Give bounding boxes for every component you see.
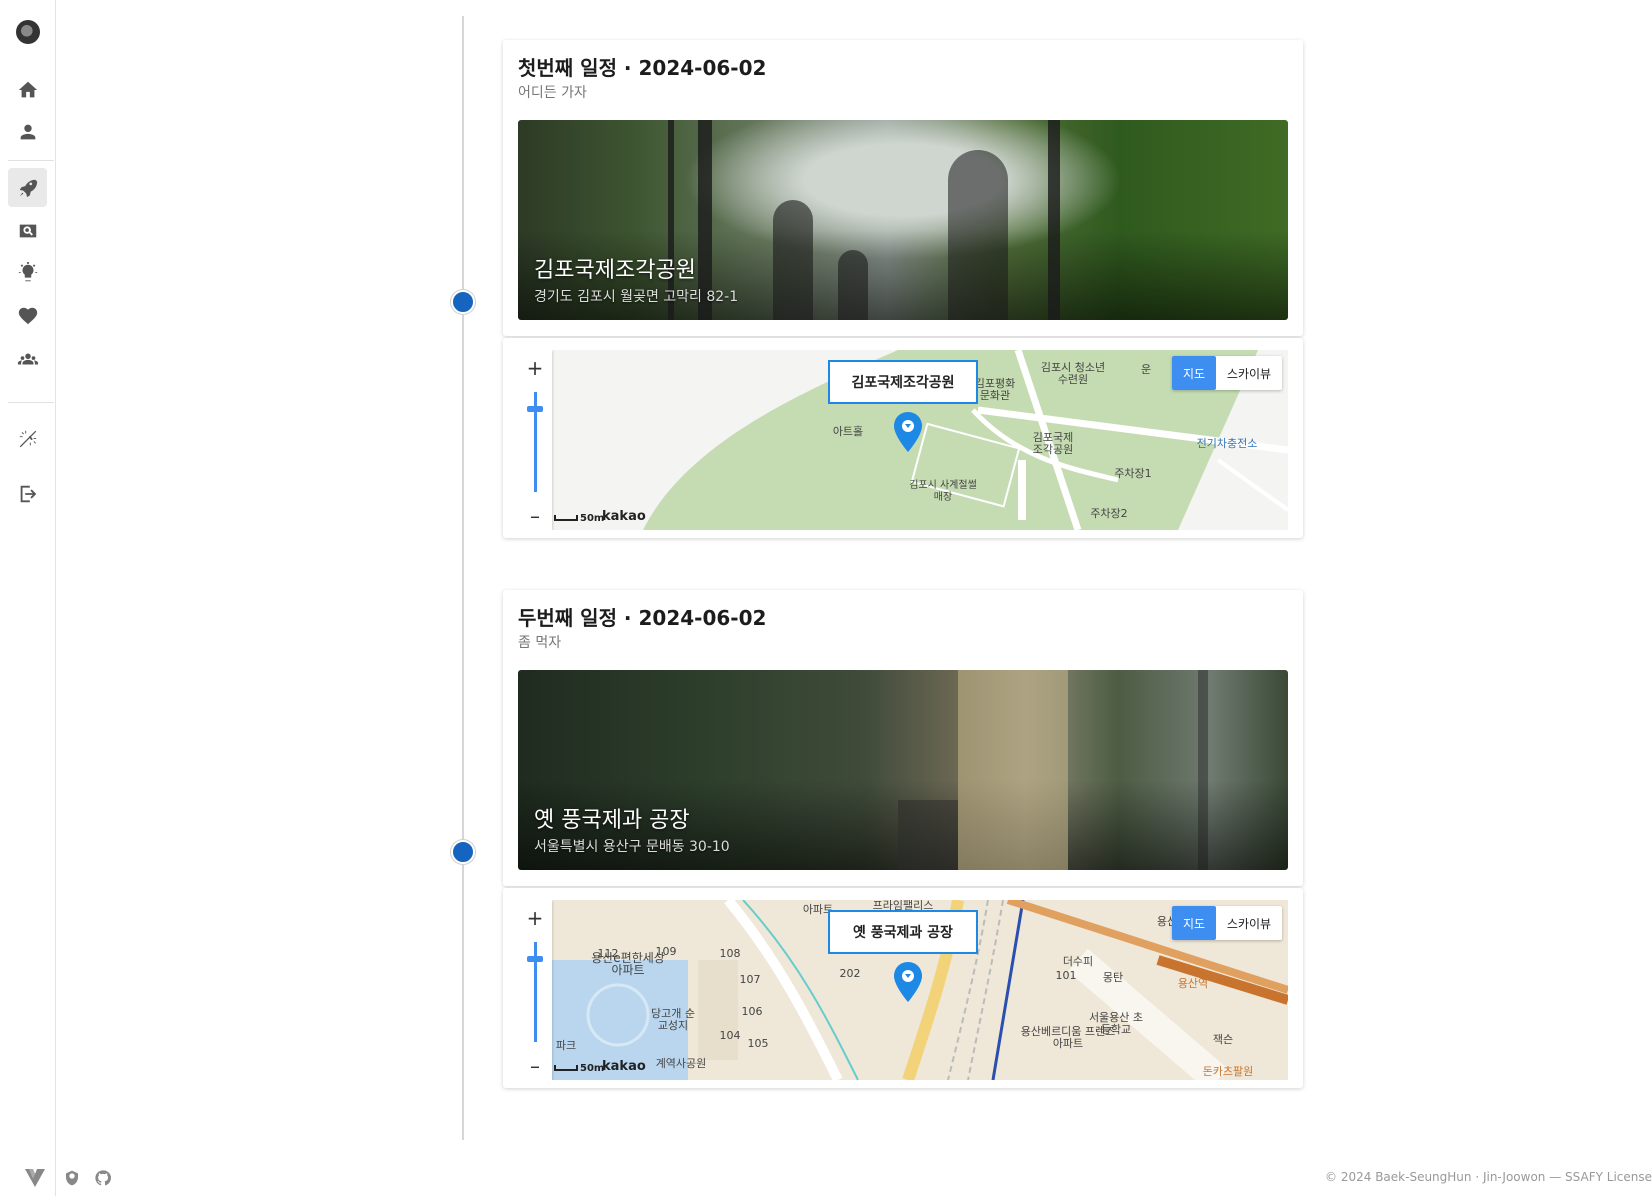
map-label: 몽탄 bbox=[1102, 971, 1124, 984]
sidebar-item-trip[interactable] bbox=[8, 168, 47, 207]
map-label: 용산역 bbox=[1177, 977, 1209, 990]
place-name: 옛 풍국제과 공장 bbox=[534, 808, 690, 833]
footer-copyright: © 2024 Baek-SeungHun · Jin-Joowon — SSAF… bbox=[1325, 1170, 1652, 1184]
sidebar-divider bbox=[8, 402, 54, 403]
map-label: 파크 bbox=[555, 1039, 577, 1052]
zoom-out-button[interactable]: – bbox=[518, 1054, 552, 1078]
zoom-out-button[interactable]: – bbox=[518, 504, 552, 528]
timeline-line bbox=[462, 16, 464, 1140]
sidebar-item-profile[interactable] bbox=[8, 112, 47, 151]
theme-toggle-icon bbox=[19, 430, 36, 447]
schedule-subtitle: 어디든 가자 bbox=[518, 85, 587, 101]
zoom-control: + – bbox=[518, 900, 552, 1080]
map-label: 더수피 bbox=[1062, 955, 1094, 968]
map-label: 김포시 청소년수련원 bbox=[1040, 361, 1106, 386]
place-name: 김포국제조각공원 bbox=[534, 258, 696, 283]
map-infowindow[interactable]: 옛 풍국제과 공장 bbox=[828, 910, 978, 954]
map-type-skyview-button[interactable]: 스카이뷰 bbox=[1216, 906, 1282, 940]
map-scale: 50m bbox=[554, 1063, 604, 1074]
map-label: 주차장1 bbox=[1114, 467, 1152, 480]
zoom-slider-handle[interactable] bbox=[527, 406, 543, 412]
map-label: 101 bbox=[1055, 969, 1077, 982]
vuetify-logo-icon[interactable] bbox=[24, 1168, 46, 1188]
lightbulb-icon bbox=[18, 261, 37, 281]
map-type-map-button[interactable]: 지도 bbox=[1172, 906, 1216, 940]
map-label: 주차장2 bbox=[1090, 507, 1128, 520]
map-label: 112 bbox=[597, 947, 619, 960]
place-address: 서울특별시 용산구 문배동 30-10 bbox=[534, 839, 730, 855]
map-infowindow[interactable]: 김포국제조각공원 bbox=[828, 360, 978, 404]
timeline-dot bbox=[451, 290, 475, 314]
sidebar-item-search[interactable] bbox=[8, 211, 47, 250]
rocket-icon bbox=[19, 179, 37, 197]
map-type-skyview-button[interactable]: 스카이뷰 bbox=[1216, 356, 1282, 390]
map-label: 104 bbox=[719, 1029, 741, 1042]
sidebar-item-home[interactable] bbox=[8, 70, 47, 109]
zoom-slider-handle[interactable] bbox=[527, 956, 543, 962]
map-label: 돈카츠팔원 bbox=[1202, 1065, 1254, 1078]
map-label: 202 bbox=[839, 967, 861, 980]
place-photo[interactable]: 옛 풍국제과 공장 서울특별시 용산구 문배동 30-10 bbox=[518, 670, 1288, 870]
sidebar-item-groups[interactable] bbox=[8, 339, 47, 378]
schedule-card: 첫번째 일정 · 2024-06-02 어디든 가자 김포국제조각공원 경기도 … bbox=[503, 40, 1303, 336]
map-label: 운 bbox=[1140, 363, 1152, 376]
timeline-dot bbox=[451, 840, 475, 864]
zoom-in-button[interactable]: + bbox=[518, 906, 552, 930]
map-label: 105 bbox=[747, 1037, 769, 1050]
map-marker-icon[interactable] bbox=[893, 962, 923, 1002]
map-label: 김포국제 조각공원 bbox=[1032, 431, 1074, 456]
person-icon bbox=[20, 124, 35, 139]
schedule-card: 두번째 일정 · 2024-06-02 좀 먹자 옛 풍국제과 공장 서울특별시… bbox=[503, 590, 1303, 886]
zoom-control: + – bbox=[518, 350, 552, 530]
map-marker-icon[interactable] bbox=[893, 412, 923, 452]
map-label: 용산베르디움 프렌즈아파트 bbox=[1020, 1025, 1116, 1050]
map-card: 용산e편한세상 아파트 당고개 순교성지 서울용산 초등학교 용산베르디움 프렌… bbox=[503, 888, 1303, 1088]
place-photo[interactable]: 김포국제조각공원 경기도 김포시 월곶면 고막리 82-1 bbox=[518, 120, 1288, 320]
shield-icon[interactable] bbox=[64, 1168, 80, 1188]
map-label: 김포시 사계절썰매장 bbox=[909, 480, 977, 503]
github-icon[interactable] bbox=[95, 1168, 111, 1188]
map-label: 아트홀 bbox=[832, 425, 864, 438]
logout-icon bbox=[20, 485, 36, 502]
map-type-control: 지도 스카이뷰 bbox=[1172, 356, 1282, 390]
group-icon bbox=[17, 353, 38, 364]
map-label: 계역사공원 bbox=[655, 1057, 707, 1070]
sidebar bbox=[0, 0, 56, 1196]
kakao-logo[interactable]: kakao bbox=[602, 1059, 646, 1074]
avatar[interactable] bbox=[16, 20, 40, 44]
map-view[interactable]: 김포평화 문화관 김포시 청소년수련원 아트홀 김포국제 조각공원 전기차충전소… bbox=[518, 350, 1288, 530]
map-view[interactable]: 용산e편한세상 아파트 당고개 순교성지 서울용산 초등학교 용산베르디움 프렌… bbox=[518, 900, 1288, 1080]
sidebar-item-favorites[interactable] bbox=[8, 296, 47, 335]
map-label: 109 bbox=[655, 945, 677, 958]
map-label: 106 bbox=[741, 1005, 763, 1018]
kakao-logo[interactable]: kakao bbox=[602, 509, 646, 524]
map-type-map-button[interactable]: 지도 bbox=[1172, 356, 1216, 390]
map-scale: 50m bbox=[554, 513, 604, 524]
map-type-control: 지도 스카이뷰 bbox=[1172, 906, 1282, 940]
schedule-title: 첫번째 일정 · 2024-06-02 bbox=[518, 56, 767, 80]
map-label: 전기차충전소 bbox=[1196, 437, 1258, 450]
sidebar-item-theme[interactable] bbox=[8, 419, 47, 458]
heart-icon bbox=[18, 307, 37, 324]
schedule-title: 두번째 일정 · 2024-06-02 bbox=[518, 606, 767, 630]
home-icon bbox=[18, 81, 37, 97]
map-card: 김포평화 문화관 김포시 청소년수련원 아트홀 김포국제 조각공원 전기차충전소… bbox=[503, 338, 1303, 538]
sidebar-divider bbox=[8, 160, 54, 161]
map-label: 107 bbox=[739, 973, 761, 986]
zoom-in-button[interactable]: + bbox=[518, 356, 552, 380]
sidebar-item-logout[interactable] bbox=[8, 474, 47, 513]
search-icon bbox=[19, 224, 36, 237]
place-address: 경기도 김포시 월곶면 고막리 82-1 bbox=[534, 289, 739, 305]
map-label: 당고개 순교성지 bbox=[651, 1007, 695, 1032]
map-label: 108 bbox=[719, 947, 741, 960]
schedule-subtitle: 좀 먹자 bbox=[518, 635, 562, 651]
map-label: 잭슨 bbox=[1212, 1033, 1234, 1046]
sidebar-item-idea[interactable] bbox=[8, 253, 47, 292]
